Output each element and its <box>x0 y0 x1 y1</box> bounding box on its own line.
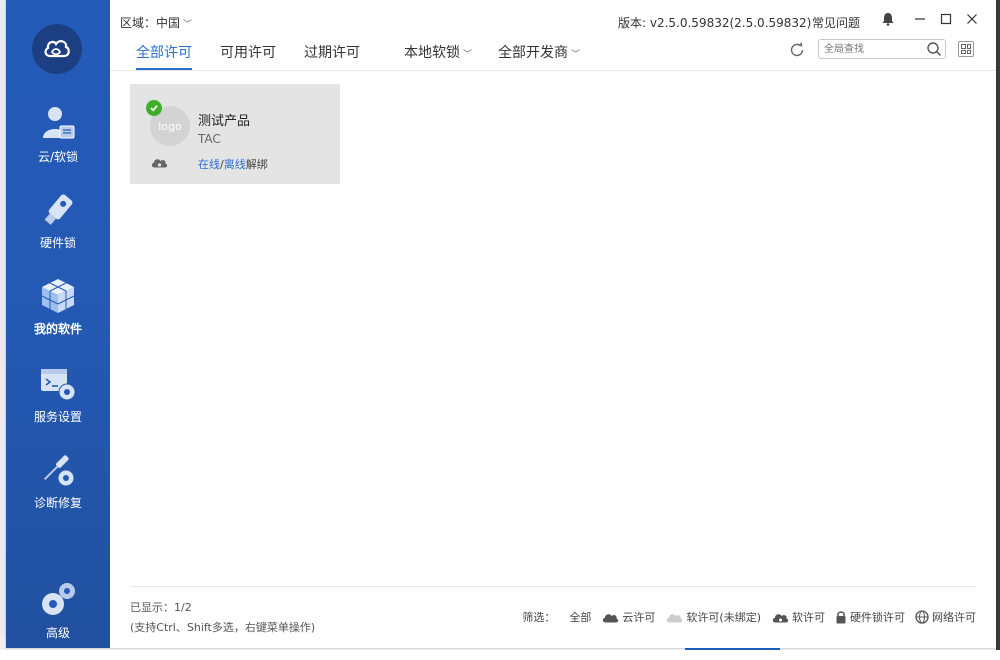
unbind-label: 解绑 <box>245 158 268 171</box>
cloud-icon <box>603 614 619 623</box>
maximize-icon[interactable] <box>938 11 954 27</box>
sidebar-item-label: 诊断修复 <box>33 496 82 510</box>
filter-network-license[interactable]: 网络许可 <box>915 609 976 625</box>
product-card[interactable]: logo 测试产品 TAC 在线/离线解绑 <box>130 84 340 184</box>
sidebar-item-label: 硬件锁 <box>39 236 76 250</box>
network-icon <box>915 610 929 624</box>
faq-link[interactable]: 常见问题 <box>812 14 860 31</box>
tab-all-licenses[interactable]: 全部许可 <box>136 42 192 70</box>
status-footer: 已显示：1/2 (支持Ctrl、Shift多选，右键菜单操作) 筛选： 全部 云… <box>130 586 976 639</box>
region-value: 中国 <box>156 16 181 30</box>
filter-cloud-license[interactable]: 云许可 <box>601 609 655 625</box>
sidebar-item-label: 云/软锁 <box>37 150 79 164</box>
sidebar-item-cloud-soft-lock[interactable]: 云/软锁 <box>6 104 110 184</box>
sidebar-item-label: 我的软件 <box>33 322 82 336</box>
chevron-down-icon: ﹀ <box>571 50 581 60</box>
offline-bind-link[interactable]: 离线 <box>224 158 246 171</box>
close-icon[interactable] <box>964 11 980 27</box>
selection-hint: (支持Ctrl、Shift多选，右键菜单操作) <box>130 621 316 634</box>
terminal-gear-icon <box>41 369 76 401</box>
sidebar-item-advanced[interactable]: 高级 <box>6 580 110 660</box>
local-lock-dropdown[interactable]: 本地软锁 ﹀ <box>404 42 472 68</box>
sidebar-item-diagnose-repair[interactable]: 诊断修复 <box>6 450 110 530</box>
app-window: 云/软锁 硬件锁 我的软件 服务设置 诊断修复 高级 区域：中国 ﹀ 版本: v… <box>6 0 996 648</box>
cube-icon <box>41 279 75 313</box>
title-bar: 区域：中国 ﹀ 版本: v2.5.0.59832(2.5.0.59832) 常见问… <box>110 0 996 40</box>
region-selector[interactable]: 区域：中国 ﹀ <box>120 14 192 31</box>
main-content: 区域：中国 ﹀ 版本: v2.5.0.59832(2.5.0.59832) 常见问… <box>110 0 996 648</box>
filter-bar: 筛选： 全部 云许可 软许可(未绑定) 软许可 硬件锁许可 网络许可 <box>522 609 976 625</box>
gears-icon <box>42 583 75 615</box>
online-bind-link[interactable]: 在线 <box>198 158 220 171</box>
minimize-icon[interactable] <box>912 11 928 27</box>
cloud-icon <box>151 159 168 168</box>
region-label: 区域： <box>120 16 157 30</box>
check-icon <box>146 100 162 116</box>
sidebar-item-hardware-lock[interactable]: 硬件锁 <box>6 190 110 270</box>
sidebar: 云/软锁 硬件锁 我的软件 服务设置 诊断修复 高级 <box>6 0 110 648</box>
cloud-lock-icon <box>772 614 789 623</box>
search-box <box>818 39 946 59</box>
chevron-down-icon: ﹀ <box>463 50 473 60</box>
cloud-logo-icon <box>44 40 70 58</box>
grid-view-icon[interactable] <box>958 41 974 57</box>
screwdriver-gear-icon <box>43 455 75 487</box>
filter-label: 筛选： <box>522 611 556 624</box>
filter-hardware-license[interactable]: 硬件锁许可 <box>835 609 905 625</box>
cloud-outline-icon <box>667 614 683 623</box>
filter-all[interactable]: 全部 <box>569 609 591 625</box>
usb-key-icon <box>44 194 73 225</box>
sidebar-item-label: 高级 <box>45 626 70 640</box>
tab-available-licenses[interactable]: 可用许可 <box>220 42 276 68</box>
search-input[interactable] <box>824 42 924 56</box>
shown-count: 已显示：1/2 <box>130 601 192 614</box>
filter-soft-license[interactable]: 软许可 <box>771 609 825 625</box>
search-icon[interactable] <box>926 41 942 57</box>
developer-dropdown[interactable]: 全部开发商 ﹀ <box>498 42 580 68</box>
sidebar-item-label: 服务设置 <box>33 410 82 424</box>
bind-actions: 在线/离线解绑 <box>198 158 268 171</box>
sidebar-item-my-software[interactable]: 我的软件 <box>6 276 110 356</box>
product-vendor: TAC <box>198 132 221 146</box>
desktop-edge <box>996 0 1000 650</box>
chevron-down-icon: ﹀ <box>183 20 193 30</box>
user-card-icon <box>43 107 75 139</box>
tab-expired-licenses[interactable]: 过期许可 <box>304 42 360 68</box>
refresh-icon[interactable] <box>788 41 806 59</box>
filter-soft-unbound[interactable]: 软许可(未绑定) <box>665 609 761 625</box>
version-text: 版本: v2.5.0.59832(2.5.0.59832) <box>618 16 812 30</box>
lock-icon <box>836 611 846 624</box>
product-name: 测试产品 <box>198 114 251 129</box>
bell-icon[interactable] <box>880 11 896 27</box>
sidebar-item-service-settings[interactable]: 服务设置 <box>6 364 110 444</box>
app-logo <box>32 24 82 74</box>
